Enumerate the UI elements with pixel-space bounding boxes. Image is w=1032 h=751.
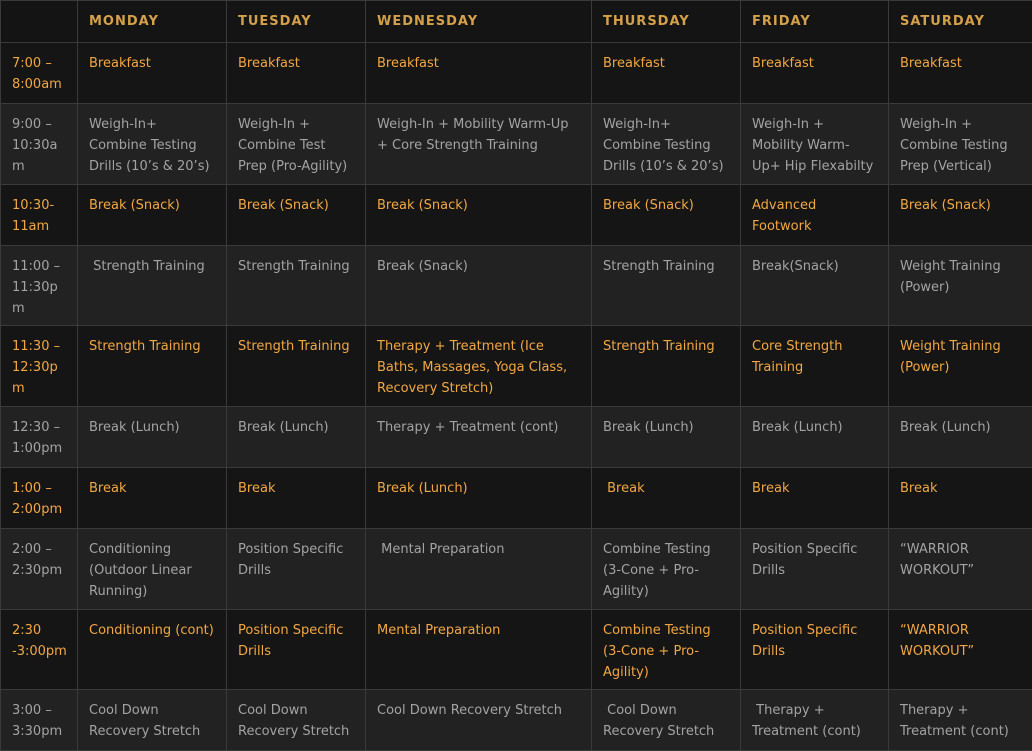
day-header-monday: MONDAY [78,1,227,43]
schedule-row: 2:00 – 2:30pmConditioning (Outdoor Linea… [1,529,1032,610]
schedule-row: 1:00 – 2:00pmBreakBreakBreak (Lunch) Bre… [1,468,1032,529]
activity-cell-tuesday: Position Specific Drills [227,529,366,610]
header-row: MONDAY TUESDAY WEDNESDAY THURSDAY FRIDAY… [1,1,1032,43]
activity-cell-tuesday: Breakfast [227,43,366,104]
time-slot-cell: 3:00 – 3:30pm [1,690,78,751]
schedule-body: 7:00 – 8:00amBreakfastBreakfastBreakfast… [1,43,1032,751]
activity-cell-thursday: Combine Testing (3-Cone + Pro-Agility) [592,529,741,610]
activity-cell-thursday: Cool Down Recovery Stretch [592,690,741,751]
time-slot-cell: 2:30 -3:00pm [1,610,78,690]
activity-cell-monday: Conditioning (cont) [78,610,227,690]
activity-cell-tuesday: Break [227,468,366,529]
activity-cell-thursday: Breakfast [592,43,741,104]
day-header-thursday: THURSDAY [592,1,741,43]
schedule-row: 7:00 – 8:00amBreakfastBreakfastBreakfast… [1,43,1032,104]
activity-cell-wednesday: Therapy + Treatment (cont) [366,407,592,468]
schedule-row: 12:30 – 1:00pmBreak (Lunch)Break (Lunch)… [1,407,1032,468]
activity-cell-monday: Break (Snack) [78,185,227,246]
activity-cell-wednesday: Break (Snack) [366,185,592,246]
schedule-row: 10:30-11amBreak (Snack)Break (Snack)Brea… [1,185,1032,246]
time-slot-cell: 11:00 – 11:30pm [1,246,78,326]
activity-cell-wednesday: Cool Down Recovery Stretch [366,690,592,751]
schedule-row: 11:30 – 12:30pmStrength TrainingStrength… [1,326,1032,407]
activity-cell-friday: Break (Lunch) [741,407,889,468]
activity-cell-monday: Weigh-In+ Combine Testing Drills (10’s &… [78,104,227,185]
activity-cell-thursday: Break [592,468,741,529]
activity-cell-wednesday: Weigh-In + Mobility Warm-Up + Core Stren… [366,104,592,185]
activity-cell-tuesday: Cool Down Recovery Stretch [227,690,366,751]
activity-cell-thursday: Strength Training [592,326,741,407]
activity-cell-saturday: “WARRIOR WORKOUT” [889,529,1032,610]
activity-cell-saturday: Weight Training (Power) [889,246,1032,326]
header-corner-cell [1,1,78,43]
time-slot-cell: 1:00 – 2:00pm [1,468,78,529]
activity-cell-thursday: Weigh-In+ Combine Testing Drills (10’s &… [592,104,741,185]
time-slot-cell: 2:00 – 2:30pm [1,529,78,610]
activity-cell-tuesday: Weigh-In + Combine Test Prep (Pro-Agilit… [227,104,366,185]
activity-cell-friday: Position Specific Drills [741,610,889,690]
activity-cell-wednesday: Therapy + Treatment (Ice Baths, Massages… [366,326,592,407]
activity-cell-friday: Break(Snack) [741,246,889,326]
activity-cell-wednesday: Mental Preparation [366,529,592,610]
activity-cell-tuesday: Position Specific Drills [227,610,366,690]
time-slot-cell: 10:30-11am [1,185,78,246]
activity-cell-saturday: Breakfast [889,43,1032,104]
activity-cell-wednesday: Break (Snack) [366,246,592,326]
activity-cell-monday: Cool Down Recovery Stretch [78,690,227,751]
day-header-friday: FRIDAY [741,1,889,43]
activity-cell-monday: Break (Lunch) [78,407,227,468]
activity-cell-tuesday: Strength Training [227,326,366,407]
activity-cell-friday: Breakfast [741,43,889,104]
schedule-row: 9:00 – 10:30amWeigh-In+ Combine Testing … [1,104,1032,185]
schedule-row: 11:00 – 11:30pm Strength TrainingStrengt… [1,246,1032,326]
activity-cell-wednesday: Breakfast [366,43,592,104]
activity-cell-friday: Position Specific Drills [741,529,889,610]
activity-cell-wednesday: Mental Preparation [366,610,592,690]
activity-cell-friday: Break [741,468,889,529]
activity-cell-tuesday: Break (Snack) [227,185,366,246]
schedule-row: 2:30 -3:00pmConditioning (cont)Position … [1,610,1032,690]
activity-cell-tuesday: Break (Lunch) [227,407,366,468]
day-header-saturday: SATURDAY [889,1,1032,43]
activity-cell-friday: Advanced Footwork [741,185,889,246]
day-header-tuesday: TUESDAY [227,1,366,43]
activity-cell-saturday: Weight Training (Power) [889,326,1032,407]
activity-cell-saturday: “WARRIOR WORKOUT” [889,610,1032,690]
time-slot-cell: 11:30 – 12:30pm [1,326,78,407]
activity-cell-monday: Breakfast [78,43,227,104]
activity-cell-thursday: Strength Training [592,246,741,326]
schedule-row: 3:00 – 3:30pmCool Down Recovery StretchC… [1,690,1032,751]
activity-cell-thursday: Break (Snack) [592,185,741,246]
activity-cell-saturday: Break (Snack) [889,185,1032,246]
activity-cell-friday: Weigh-In + Mobility Warm-Up+ Hip Flexabi… [741,104,889,185]
schedule-table: MONDAY TUESDAY WEDNESDAY THURSDAY FRIDAY… [0,0,1032,751]
activity-cell-monday: Break [78,468,227,529]
activity-cell-saturday: Weigh-In + Combine Testing Prep (Vertica… [889,104,1032,185]
activity-cell-monday: Strength Training [78,326,227,407]
activity-cell-thursday: Break (Lunch) [592,407,741,468]
time-slot-cell: 12:30 – 1:00pm [1,407,78,468]
day-header-wednesday: WEDNESDAY [366,1,592,43]
activity-cell-saturday: Break (Lunch) [889,407,1032,468]
activity-cell-saturday: Break [889,468,1032,529]
activity-cell-thursday: Combine Testing (3-Cone + Pro-Agility) [592,610,741,690]
activity-cell-friday: Core Strength Training [741,326,889,407]
activity-cell-wednesday: Break (Lunch) [366,468,592,529]
time-slot-cell: 7:00 – 8:00am [1,43,78,104]
activity-cell-friday: Therapy + Treatment (cont) [741,690,889,751]
time-slot-cell: 9:00 – 10:30am [1,104,78,185]
activity-cell-monday: Conditioning (Outdoor Linear Running) [78,529,227,610]
activity-cell-tuesday: Strength Training [227,246,366,326]
activity-cell-monday: Strength Training [78,246,227,326]
activity-cell-saturday: Therapy + Treatment (cont) [889,690,1032,751]
